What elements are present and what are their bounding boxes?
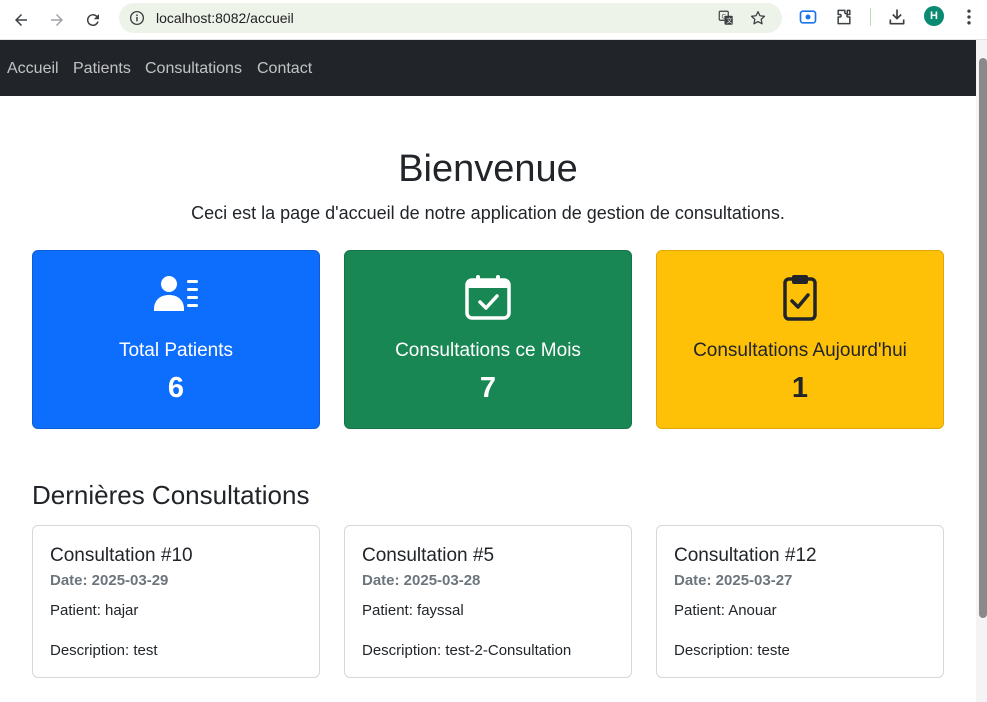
arrow-right-icon [51, 14, 63, 26]
page-title: Bienvenue [398, 148, 578, 190]
consultation-title: Consultation #12 [674, 545, 817, 566]
browser-toolbar: localhost:8082/accueil G文 H [0, 0, 987, 40]
site-info-icon[interactable] [128, 9, 146, 27]
section-title-recent: Dernières Consultations [32, 480, 310, 510]
toolbar-divider [870, 8, 871, 26]
consultation-title: Consultation #5 [362, 545, 495, 566]
cast-icon [799, 10, 817, 24]
stat-card-consultations-today: Consultations Aujourd'hui 1 [656, 250, 944, 429]
extensions-button[interactable] [833, 6, 855, 28]
consultation-card: Consultation #12 Date: 2025-03-27 Patien… [656, 525, 944, 678]
stat-value: 6 [167, 372, 185, 404]
profile-avatar[interactable]: H [924, 6, 944, 26]
star-icon [750, 10, 766, 25]
stat-label: Consultations ce Mois [395, 340, 581, 361]
consultation-description: Description: teste [674, 642, 790, 659]
consultation-patient: Patient: hajar [50, 602, 139, 619]
download-icon [889, 9, 905, 25]
stat-label: Total Patients [118, 340, 234, 361]
svg-text:文: 文 [726, 17, 732, 25]
forward-button[interactable] [45, 8, 69, 32]
downloads-button[interactable] [886, 6, 908, 28]
browser-menu-button[interactable] [958, 6, 980, 28]
stat-label: Consultations Aujourd'hui [693, 340, 907, 361]
patient-list-icon [33, 273, 319, 319]
stat-value: 1 [791, 372, 809, 404]
nav-link-contact[interactable]: Contact [257, 59, 312, 78]
consultation-date: Date: 2025-03-27 [674, 572, 793, 589]
nav-link-accueil[interactable]: Accueil [7, 59, 59, 78]
arrow-left-icon [15, 14, 27, 26]
consultation-date: Date: 2025-03-29 [50, 572, 169, 589]
puzzle-icon [837, 9, 851, 25]
calendar-check-icon [345, 273, 631, 320]
main-navbar: Accueil Patients Consultations Contact [0, 40, 976, 96]
nav-link-consultations[interactable]: Consultations [145, 59, 242, 78]
page-subtitle: Ceci est la page d'accueil de notre appl… [191, 203, 785, 223]
extension-screencast-button[interactable] [797, 6, 819, 28]
consultation-card: Consultation #5 Date: 2025-03-28 Patient… [344, 525, 632, 678]
consultation-date: Date: 2025-03-28 [362, 572, 481, 589]
url-text: localhost:8082/accueil [156, 10, 294, 26]
back-button[interactable] [9, 8, 33, 32]
consultation-description: Description: test-2-Consultation [362, 642, 572, 659]
reload-button[interactable] [81, 8, 105, 32]
nav-link-patients[interactable]: Patients [73, 59, 131, 78]
address-bar[interactable]: localhost:8082/accueil G文 [119, 3, 782, 33]
more-vertical-icon [967, 9, 971, 25]
stat-card-total-patients: Total Patients 6 [32, 250, 320, 429]
clipboard-check-icon [657, 273, 943, 321]
stat-card-consultations-month: Consultations ce Mois 7 [344, 250, 632, 429]
reload-icon [86, 14, 99, 27]
consultation-patient: Patient: Anouar [674, 602, 777, 619]
bookmark-star-button[interactable] [748, 8, 768, 28]
stat-value: 7 [479, 372, 497, 404]
translate-button[interactable]: G文 [716, 8, 736, 28]
consultation-patient: Patient: fayssal [362, 602, 464, 619]
consultation-card: Consultation #10 Date: 2025-03-29 Patien… [32, 525, 320, 678]
consultation-description: Description: test [50, 642, 158, 659]
consultation-title: Consultation #10 [50, 545, 193, 566]
page-scrollbar-thumb[interactable] [979, 58, 987, 618]
translate-icon: G文 [718, 10, 733, 25]
